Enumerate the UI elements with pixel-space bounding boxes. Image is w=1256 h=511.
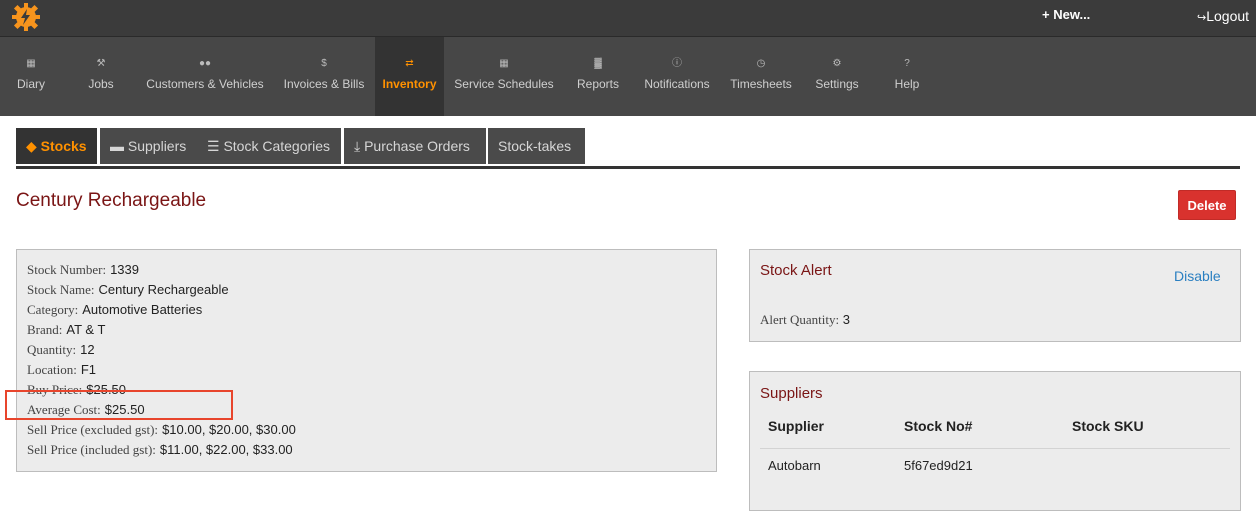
logout-button[interactable]: ↪Logout (1197, 8, 1249, 24)
detail-stock-name: Stock Name: Century Rechargeable (27, 282, 229, 297)
disable-alert-link[interactable]: Disable (1174, 268, 1221, 284)
calendar-icon: ▦ (499, 58, 509, 69)
detail-quantity: Quantity: 12 (27, 342, 95, 357)
clock-icon: ◷ (756, 58, 766, 69)
detail-brand: Brand: AT & T (27, 322, 106, 337)
column-header-supplier: Supplier (768, 418, 825, 434)
supplier-name-cell: Autobarn (768, 458, 821, 473)
nav-item-service-schedules[interactable]: ▦ Service Schedules (450, 37, 558, 116)
stock-details-panel: Stock Number: 1339 Stock Name: Century Rec… (16, 249, 717, 472)
tab-stocks[interactable]: ◆ Stocks (16, 128, 97, 164)
nav-item-inventory[interactable]: ⇄ Inventory (375, 37, 444, 116)
alert-quantity: Alert Quantity: 3 (760, 312, 850, 327)
tab-divider (16, 166, 1240, 169)
tab-purchase-orders[interactable]: ⤓ Purchase Orders (344, 128, 486, 164)
column-header-stock-no: Stock No# (904, 418, 973, 434)
average-cost-highlight (5, 390, 233, 420)
nav-item-diary[interactable]: ▦ Diary (5, 37, 57, 116)
detail-stock-number: Stock Number: 1339 (27, 262, 139, 277)
detail-sell-price-excl: Sell Price (excluded gst): $10.00, $20.00… (27, 422, 296, 437)
page-title: Century Rechargeable (16, 190, 207, 211)
nav-item-reports[interactable]: ▓ Reports (572, 37, 624, 116)
tags-icon: ◆ (26, 138, 37, 154)
new-button[interactable]: + New... (1042, 7, 1090, 22)
nav-item-help[interactable]: ? Help (886, 37, 928, 116)
gears-icon: ⚙ (832, 58, 842, 69)
dollar-icon: $ (321, 58, 327, 69)
tab-stock-takes[interactable]: Stock-takes (488, 128, 585, 164)
delete-button[interactable]: Delete (1178, 190, 1236, 220)
detail-sell-price-incl: Sell Price (included gst): $11.00, $22.00… (27, 442, 293, 457)
nav-item-customers[interactable]: ●● Customers & Vehicles (140, 37, 270, 116)
users-icon: ●● (198, 58, 212, 69)
nav-item-settings[interactable]: ⚙ Settings (809, 37, 865, 116)
nav-item-jobs[interactable]: ⚒ Jobs (76, 37, 126, 116)
stock-alert-panel: Stock Alert Disable Alert Quantity: 3 (749, 249, 1241, 342)
top-bar: + New... ↪Logout (0, 0, 1256, 37)
column-header-stock-sku: Stock SKU (1072, 418, 1144, 434)
detail-location: Location: F1 (27, 362, 96, 377)
main-nav: ▦ Diary ⚒ Jobs ●● Customers & Vehicles $… (0, 37, 1256, 116)
suppliers-title: Suppliers (760, 385, 823, 402)
nav-item-notifications[interactable]: ⓘ Notifications (639, 37, 715, 116)
chart-icon: ▓ (594, 58, 602, 69)
wrench-icon: ⚒ (96, 58, 106, 69)
supplier-stock-no-cell: 5f67ed9d21 (904, 458, 973, 473)
truck-icon: ▬ (110, 138, 124, 154)
calendar-icon: ▦ (26, 58, 36, 69)
info-icon: ⓘ (672, 58, 682, 69)
tab-suppliers[interactable]: ▬ Suppliers (100, 128, 211, 164)
stock-alert-title: Stock Alert (760, 262, 832, 279)
suppliers-panel: Suppliers Supplier Stock No# Stock SKU A… (749, 371, 1241, 511)
logout-icon: ↪ (1197, 12, 1207, 24)
question-icon: ? (904, 58, 910, 69)
nav-item-timesheets[interactable]: ◷ Timesheets (726, 37, 796, 116)
tab-stock-categories[interactable]: ☰ Stock Categories (197, 128, 341, 164)
exchange-icon: ⇄ (405, 58, 414, 69)
nav-item-invoices[interactable]: $ Invoices & Bills (278, 37, 370, 116)
table-header-divider (760, 448, 1230, 449)
download-icon: ⤓ (354, 138, 361, 154)
list-icon: ☰ (207, 138, 220, 154)
detail-category: Category: Automotive Batteries (27, 302, 203, 317)
gear-lightning-logo[interactable] (12, 3, 40, 31)
